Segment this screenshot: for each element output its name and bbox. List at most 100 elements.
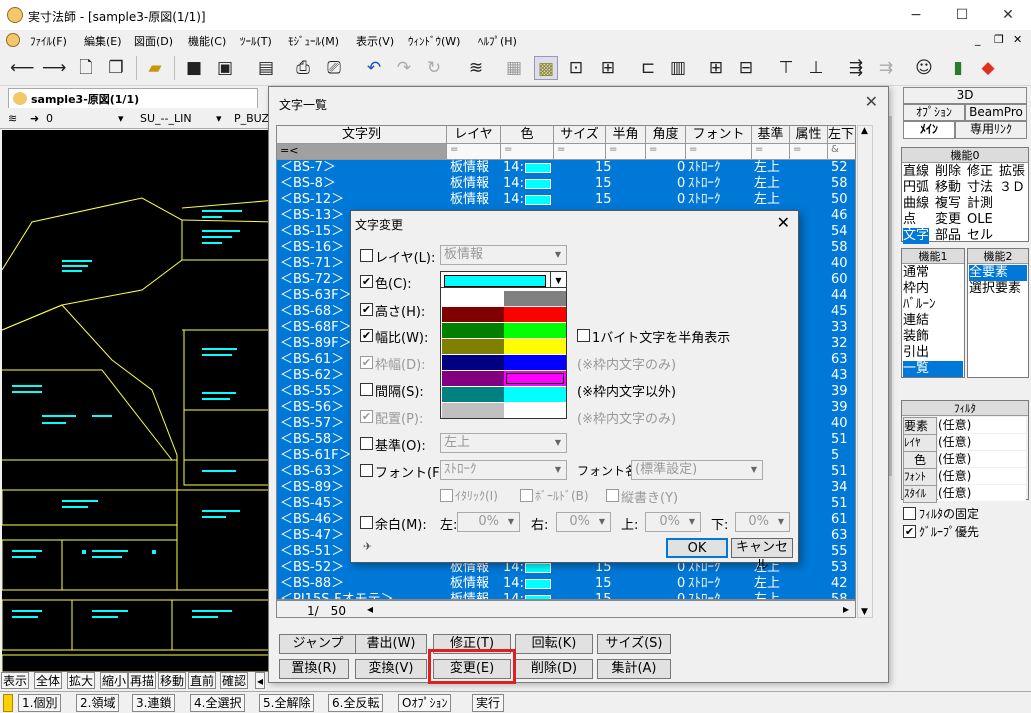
- back-arrow-icon[interactable]: ⟵: [10, 56, 34, 80]
- doc-minimize-icon[interactable]: _: [975, 33, 981, 46]
- select-mode-icon[interactable]: ▩: [534, 56, 558, 80]
- filter-font[interactable]: =: [686, 144, 752, 160]
- module-save-icon[interactable]: ▥: [666, 56, 690, 80]
- palette-color-swatch[interactable]: [442, 371, 504, 386]
- text-list-close-icon[interactable]: ✕: [865, 92, 878, 111]
- func-change[interactable]: 変更: [935, 212, 961, 228]
- func-curve[interactable]: 曲線: [903, 196, 929, 212]
- palette-color-swatch[interactable]: [442, 323, 504, 338]
- import-icon[interactable]: ⇶: [844, 56, 868, 80]
- frame-width-checkbox[interactable]: ✔: [360, 356, 373, 369]
- vertical-checkbox[interactable]: [606, 489, 619, 502]
- func-extend[interactable]: 拡張: [999, 164, 1025, 180]
- col-font[interactable]: フォント: [686, 126, 752, 144]
- layer-name-1[interactable]: SU_--_LIN: [140, 112, 192, 125]
- height-checkbox[interactable]: ✔: [360, 303, 373, 316]
- zoom-in-button[interactable]: 拡大: [67, 672, 96, 689]
- func1-balloon[interactable]: ﾊﾞﾙｰﾝ: [903, 297, 936, 313]
- col-angle[interactable]: 角度: [646, 126, 686, 144]
- size-button[interactable]: サイズ(S): [597, 634, 671, 654]
- filter-font-value[interactable]: (任意): [938, 468, 1026, 484]
- replace-button[interactable]: 置換(R): [279, 659, 349, 679]
- func1-decorate[interactable]: 装飾: [903, 329, 929, 345]
- filter-color-value[interactable]: (任意): [938, 451, 1026, 467]
- func-text[interactable]: 文字: [903, 228, 930, 244]
- margin-checkbox[interactable]: [360, 516, 373, 529]
- save-icon[interactable]: ■: [182, 56, 206, 80]
- filter-layer-value[interactable]: (任意): [938, 434, 1026, 450]
- palette-color-swatch[interactable]: [442, 387, 504, 402]
- scroll-down-icon[interactable]: ▼: [861, 607, 868, 617]
- filter-style-value[interactable]: (任意): [938, 485, 1026, 501]
- palette-color-swatch[interactable]: [442, 291, 504, 306]
- minimize-button[interactable]: −: [893, 0, 939, 30]
- ok-button[interactable]: OK: [666, 538, 728, 558]
- col-lower-left[interactable]: 左下: [828, 126, 855, 144]
- select-area-button[interactable]: 2.領域: [76, 694, 120, 712]
- select-single-button[interactable]: 1.個別: [18, 694, 62, 712]
- invert-selection-button[interactable]: 6.全反転: [328, 694, 384, 712]
- table-row[interactable]: ＜BS-7＞ 板情報 14: 15 0 ｽﾄﾛｰｸ 左上 52: [277, 160, 855, 176]
- func-3d[interactable]: ３Ｄ: [999, 180, 1025, 196]
- func2-all-elements[interactable]: 全要素: [969, 265, 1027, 281]
- pin-icon[interactable]: ✈: [363, 540, 372, 553]
- convert-button[interactable]: 変換(V): [355, 659, 427, 679]
- doc-restore-icon[interactable]: ❐: [994, 33, 1004, 46]
- palette-color-swatch[interactable]: [442, 307, 504, 322]
- func-point[interactable]: 点: [903, 212, 916, 228]
- align-checkbox[interactable]: ✔: [360, 410, 373, 423]
- filter-layer[interactable]: =: [447, 144, 501, 160]
- document-tab[interactable]: sample3-原図(1/1): [8, 88, 258, 108]
- palette-color-swatch[interactable]: [504, 371, 566, 386]
- menu-window[interactable]: ｳｨﾝﾄﾞｳ(W): [408, 33, 460, 49]
- menu-help[interactable]: ﾍﾙﾌﾟ(H): [478, 33, 517, 49]
- palette-color-swatch[interactable]: [442, 339, 504, 354]
- display-icon[interactable]: ▦: [502, 56, 526, 80]
- cancel-button[interactable]: キャンセル: [731, 538, 793, 573]
- layer-name-2[interactable]: P_BUZ: [234, 112, 269, 125]
- menu-drawing[interactable]: 図面(D): [134, 33, 173, 49]
- table-icon[interactable]: ⊞: [704, 56, 728, 80]
- func-line[interactable]: 直線: [903, 164, 929, 180]
- select-all-button[interactable]: 4.全選択: [190, 694, 246, 712]
- filter-half[interactable]: =: [606, 144, 646, 160]
- layer-stack-icon[interactable]: ≋: [8, 112, 17, 125]
- export-icon[interactable]: ⇉: [874, 56, 898, 80]
- menu-view[interactable]: 表示(V): [356, 33, 394, 49]
- delete-button[interactable]: 削除(D): [515, 659, 593, 679]
- user-icon[interactable]: ☺: [912, 56, 936, 80]
- aggregate-button[interactable]: 集計(A): [597, 659, 671, 679]
- fix-filter-checkbox[interactable]: [903, 507, 916, 520]
- filter-lower-left[interactable]: &: [828, 144, 855, 160]
- col-color[interactable]: 色: [501, 126, 554, 144]
- grid-snap-icon[interactable]: ⊞: [596, 56, 620, 80]
- menu-edit[interactable]: 編集(E): [84, 33, 122, 49]
- option-button[interactable]: Oｵﾌﾟｼｮﾝ: [398, 694, 452, 712]
- group-first-checkbox[interactable]: ✔: [903, 525, 916, 538]
- network-icon[interactable]: ⊟: [734, 56, 758, 80]
- window-bottom-icon[interactable]: ⊥: [804, 56, 828, 80]
- func-copy[interactable]: 複写: [935, 196, 961, 212]
- execute-button[interactable]: 実行: [472, 694, 505, 712]
- open-folder-icon[interactable]: ▰: [143, 56, 167, 80]
- jump-button[interactable]: ジャンプ: [279, 634, 357, 654]
- export-button[interactable]: 書出(W): [355, 634, 427, 654]
- col-half[interactable]: 半角: [606, 126, 646, 144]
- func1-leader[interactable]: 引出: [903, 345, 929, 361]
- palette-color-swatch[interactable]: [504, 403, 566, 418]
- func2-selected-elements[interactable]: 選択要素: [969, 281, 1021, 297]
- palette-color-swatch[interactable]: [442, 355, 504, 370]
- table-row[interactable]: ＜BS-12＞ 板情報 14: 15 0 ｽﾄﾛｰｸ 左上 50: [277, 192, 855, 208]
- table-row[interactable]: ＜PJ15S-Fオモテ＞ 板情報 14: 15 0 ｽﾄﾛｰｸ 左上 58: [277, 592, 855, 599]
- func-measure[interactable]: 計測: [967, 196, 993, 212]
- list-v-scrollbar[interactable]: ▲ ▼: [857, 125, 873, 618]
- func1-list[interactable]: 一覧: [903, 361, 963, 377]
- col-attr[interactable]: 属性: [790, 126, 828, 144]
- spacing-checkbox[interactable]: [360, 383, 373, 396]
- deselect-all-button[interactable]: 5.全解除: [259, 694, 315, 712]
- palette-color-swatch[interactable]: [504, 323, 566, 338]
- menu-function[interactable]: 機能(C): [188, 33, 226, 49]
- width-checkbox[interactable]: ✔: [360, 329, 373, 342]
- col-layer[interactable]: レイヤ: [447, 126, 501, 144]
- text-change-close-icon[interactable]: ✕: [777, 213, 790, 232]
